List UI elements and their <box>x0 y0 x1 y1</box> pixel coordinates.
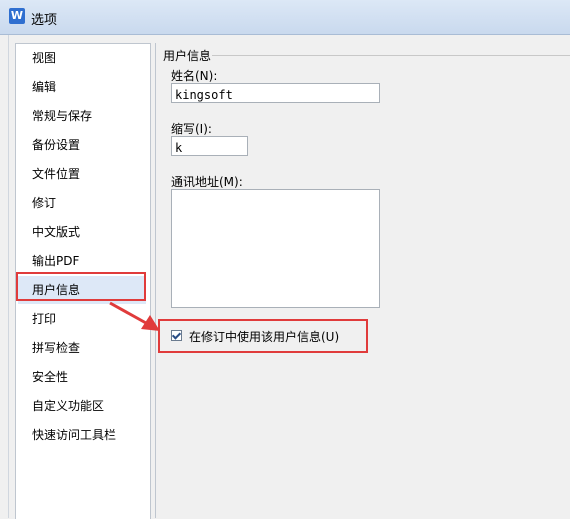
sidebar-item-export-pdf[interactable]: 输出PDF <box>18 247 146 275</box>
title-bar: W 选项 <box>0 0 570 35</box>
address-label: 通讯地址(M): <box>171 175 243 189</box>
sidebar-item-edit[interactable]: 编辑 <box>18 73 146 101</box>
group-divider <box>212 55 570 56</box>
name-field[interactable] <box>171 83 380 103</box>
window-title: 选项 <box>31 13 58 28</box>
sidebar-item-print[interactable]: 打印 <box>18 305 146 333</box>
sidebar-item-spell-check[interactable]: 拼写检查 <box>18 334 146 362</box>
name-label: 姓名(N): <box>171 69 218 83</box>
sidebar-item-security[interactable]: 安全性 <box>18 363 146 391</box>
address-field[interactable] <box>171 189 380 308</box>
highlight-box-checkbox <box>158 319 368 353</box>
sidebar-item-revision[interactable]: 修订 <box>18 189 146 217</box>
sidebar-item-file-location[interactable]: 文件位置 <box>18 160 146 188</box>
sidebar-item-chinese-layout[interactable]: 中文版式 <box>18 218 146 246</box>
initials-label: 缩写(I): <box>171 122 212 136</box>
sidebar-item-view[interactable]: 视图 <box>18 44 146 72</box>
sidebar-item-backup[interactable]: 备份设置 <box>18 131 146 159</box>
group-title-user-info: 用户信息 <box>163 49 212 63</box>
initials-field[interactable] <box>171 136 248 156</box>
sidebar-item-customize-ribbon[interactable]: 自定义功能区 <box>18 392 146 420</box>
highlight-box-user-info <box>16 272 146 301</box>
w-app-icon: W <box>9 8 25 24</box>
sidebar-item-general-save[interactable]: 常规与保存 <box>18 102 146 130</box>
sidebar-item-quick-access-toolbar[interactable]: 快速访问工具栏 <box>18 421 146 449</box>
